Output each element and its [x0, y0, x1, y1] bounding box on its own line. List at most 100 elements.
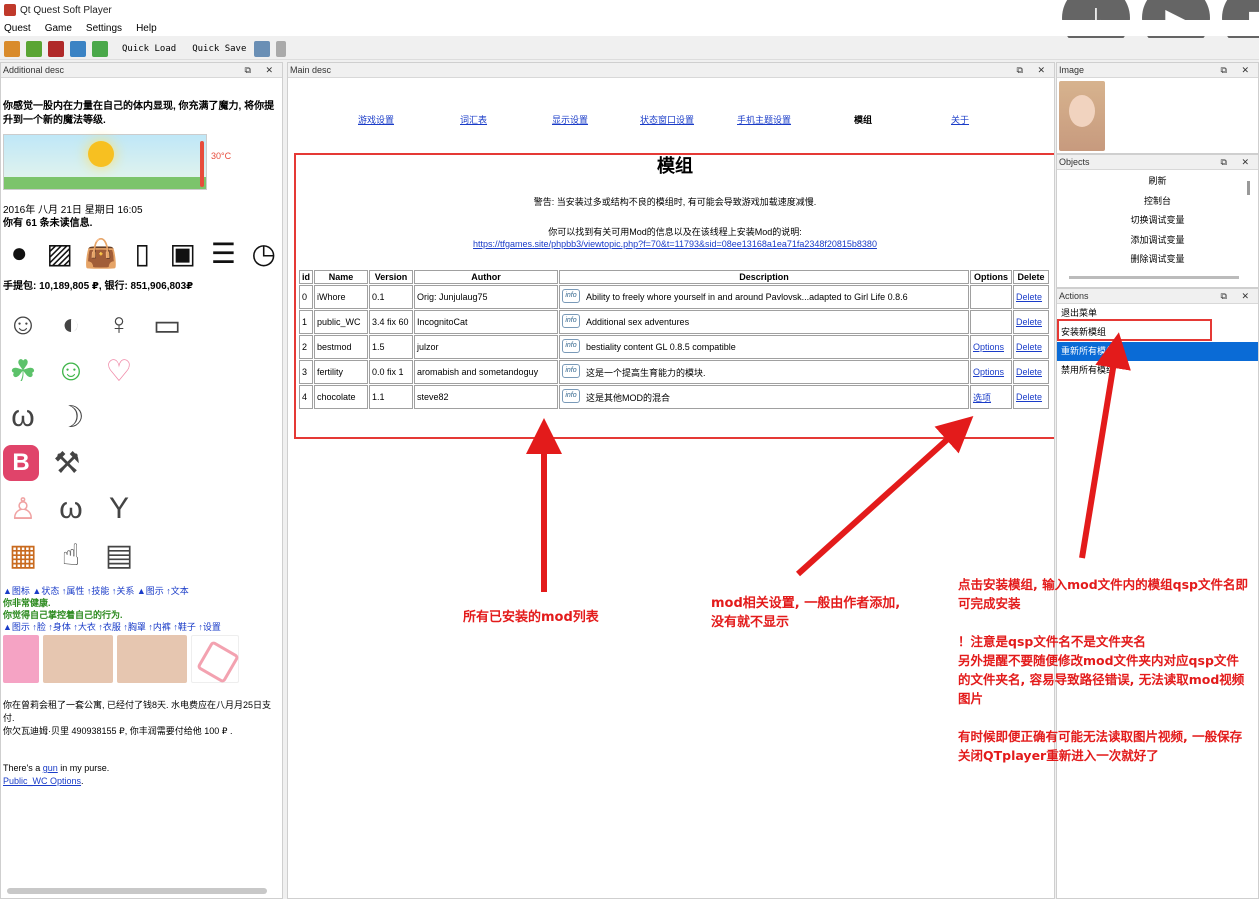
delete-link[interactable]: Delete [1016, 317, 1042, 327]
mirror-icon[interactable]: ▨ [44, 236, 77, 270]
object-console[interactable]: 控制台 [1057, 192, 1258, 212]
cell-delete: Delete [1013, 360, 1049, 384]
annotation-mod-list: 所有已安装的mod列表 [463, 610, 599, 625]
panel-controls[interactable]: ⧉ ✕ [245, 65, 282, 76]
options-link[interactable]: 选项 [973, 393, 991, 403]
body-thumbnail[interactable] [117, 635, 187, 683]
description-text: 这是一个提高生育能力的模块. [586, 367, 706, 378]
table-row: 0 iWhore 0.1 Orig: Junjulaug75 info Abili… [299, 285, 1049, 309]
cell-options [970, 285, 1012, 309]
nav-display-settings[interactable]: 显示设置 [552, 113, 588, 126]
outfit-thumbnail[interactable] [3, 635, 39, 683]
open-folder-icon[interactable] [4, 40, 20, 57]
options-period: . [81, 776, 84, 786]
gavel-icon[interactable]: ⚒ [47, 443, 87, 483]
object-delete-debug[interactable]: 删除调试变量 [1057, 250, 1258, 270]
horizontal-scrollbar[interactable] [7, 888, 267, 894]
info-icon[interactable]: info [562, 289, 580, 303]
status-links[interactable]: ▲图标 ▲状态 ↑属性 ↑技能 ↑关系 ▲图示 ↑文本 [3, 585, 280, 597]
panel-header: Image ⧉ ✕ [1057, 63, 1258, 78]
nav-mods[interactable]: 模组 [854, 113, 872, 126]
gun-link[interactable]: gun [43, 763, 58, 773]
list-icon[interactable]: ☰ [207, 236, 240, 270]
mods-info-link[interactable]: https://tfgames.site/phpbb3/viewtopic.ph… [473, 239, 877, 249]
horizontal-scrollbar[interactable] [1069, 276, 1239, 279]
info-icon[interactable]: info [562, 339, 580, 353]
options-link[interactable]: Options [973, 342, 1004, 352]
head-icon[interactable]: ● [3, 236, 36, 270]
breast-icon[interactable]: ω [51, 489, 91, 529]
hand-icon[interactable]: ☝ [51, 535, 91, 575]
col-delete: Delete [1013, 270, 1049, 284]
body-icon[interactable]: ω [3, 397, 43, 437]
quick-load-button[interactable]: Quick Load [122, 44, 176, 54]
object-add-debug[interactable]: 添加调试变量 [1057, 231, 1258, 251]
load-icon[interactable] [70, 40, 86, 57]
handbag-icon[interactable]: 👜 [84, 236, 119, 270]
menu-game[interactable]: Game [43, 23, 72, 34]
fullscreen-icon[interactable] [254, 40, 271, 57]
delete-link[interactable]: Delete [1016, 292, 1042, 302]
options-icon[interactable] [276, 40, 287, 57]
brain-icon[interactable]: ☘ [3, 351, 43, 391]
b-badge-icon[interactable]: B [3, 445, 39, 481]
table-header-row: id Name Version Author Description Optio… [299, 270, 1049, 284]
cell-author: julzor [414, 335, 558, 359]
face-icon[interactable]: ☽ [51, 397, 91, 437]
nav-glossary[interactable]: 词汇表 [460, 113, 487, 126]
object-toggle-debug[interactable]: 切换调试变量 [1057, 211, 1258, 231]
menu-help[interactable]: Help [134, 23, 157, 34]
person-icon[interactable]: ☺ [3, 305, 43, 345]
action-reload-mods[interactable]: 重新所有模组 [1057, 342, 1258, 361]
makeup-icon[interactable]: ◐ [51, 305, 91, 345]
backpack-icon[interactable]: ▭ [147, 305, 187, 345]
nav-phone-theme[interactable]: 手机主题设置 [737, 113, 791, 126]
bra-icon[interactable]: Y [99, 489, 139, 529]
menu-settings[interactable]: Settings [84, 23, 122, 34]
quick-save-button[interactable]: Quick Save [192, 44, 246, 54]
exit-icon[interactable] [48, 40, 64, 57]
phone-icon[interactable]: ▯ [126, 236, 159, 270]
hearts-icon[interactable]: ♡ [99, 351, 139, 391]
smile-icon[interactable]: ☺ [51, 351, 91, 391]
nav-status-window[interactable]: 状态窗口设置 [640, 113, 694, 126]
info-icon[interactable]: info [562, 389, 580, 403]
object-refresh[interactable]: 刷新 [1057, 172, 1258, 192]
stat-icons-1: ☺ ◐ ♀ ▭ [3, 305, 280, 345]
panel-controls[interactable]: ⧉ ✕ [1221, 65, 1258, 76]
panel-controls[interactable]: ⧉ ✕ [1017, 65, 1054, 76]
restart-icon[interactable] [26, 40, 42, 57]
debt-text: 你欠瓦迪姆·贝里 490938155 ₽, 你丰润需要付给他 100 ₽ . [3, 726, 233, 736]
chest-thumbnail[interactable] [43, 635, 113, 683]
save-icon[interactable] [92, 40, 108, 57]
cell-version: 1.5 [369, 335, 413, 359]
menu-quest[interactable]: Quest [2, 23, 31, 34]
woman-icon[interactable]: ♀ [99, 305, 139, 345]
settings-nav: 游戏设置 词汇表 显示设置 状态窗口设置 手机主题设置 模组 关于 [288, 78, 1054, 125]
book-icon[interactable]: ▣ [167, 236, 200, 270]
window-title: Qt Quest Soft Player [20, 4, 112, 16]
top-icon[interactable]: ♙ [3, 489, 43, 529]
delete-link[interactable]: Delete [1016, 392, 1042, 402]
options-link[interactable]: Options [973, 367, 1004, 377]
col-version: Version [369, 270, 413, 284]
tv-icon[interactable]: ▤ [99, 535, 139, 575]
options-line: Public_WC Options. [3, 775, 280, 788]
panel-header: Main desc ⧉ ✕ [288, 63, 1054, 78]
nav-game-settings[interactable]: 游戏设置 [358, 113, 394, 126]
delete-link[interactable]: Delete [1016, 367, 1042, 377]
phone-card-icon[interactable]: ▦ [3, 535, 43, 575]
appearance-links[interactable]: ▲图示 ↑脸 ↑身体 ↑大衣 ↑衣服 ↑胸罩 ↑内裤 ↑鞋子 ↑设置 [3, 621, 280, 633]
vertical-scrollbar[interactable] [1247, 181, 1250, 195]
panel-controls[interactable]: ⧉ ✕ [1221, 157, 1258, 168]
shoe-thumbnail[interactable] [191, 635, 239, 683]
panel-controls[interactable]: ⧉ ✕ [1221, 291, 1258, 302]
clock-icon[interactable]: ◷ [248, 236, 281, 270]
delete-link[interactable]: Delete [1016, 342, 1042, 352]
public-wc-options-link[interactable]: Public_WC Options [3, 776, 81, 786]
info-icon[interactable]: info [562, 364, 580, 378]
description-text: Ability to freely whore yourself in and … [586, 292, 908, 302]
nav-about[interactable]: 关于 [951, 113, 969, 126]
info-icon[interactable]: info [562, 314, 580, 328]
action-disable-mods[interactable]: 禁用所有模组 [1057, 361, 1258, 380]
